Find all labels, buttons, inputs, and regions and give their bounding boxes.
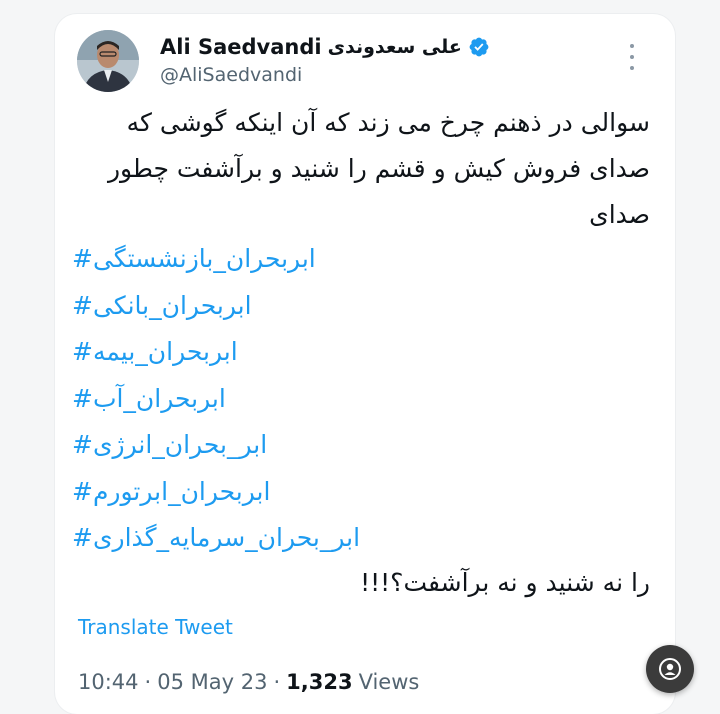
separator: ·: [144, 670, 152, 694]
hashtag-link[interactable]: ابربحران_بازنشستگی#: [72, 236, 432, 283]
tweet-time[interactable]: 10:44: [78, 670, 139, 694]
separator: ·: [273, 670, 281, 694]
verified-badge-icon: [469, 37, 489, 57]
hashtag-link[interactable]: ابربحران_بیمه#: [72, 329, 432, 376]
display-name-en[interactable]: Ali Saedvandi: [160, 35, 322, 59]
avatar-photo: [77, 30, 139, 92]
tweet-date[interactable]: 05 May 23: [157, 670, 267, 694]
tweet-body-tail: را نه شنید و نه برآشفت؟!!!: [360, 568, 650, 597]
views-label: Views: [358, 670, 420, 694]
floating-profile-button[interactable]: [646, 645, 694, 693]
author-handle[interactable]: @AliSaedvandi: [160, 64, 302, 86]
author-name-row[interactable]: Ali Saedvandi علی سعدوندی: [160, 32, 490, 62]
tweet-body: سوالی در ذهنم چرخ می زند که آن اینکه گوش…: [107, 108, 650, 229]
hashtag-link[interactable]: ابر_بحران_سرمایه_گذاری#: [72, 515, 432, 562]
hashtag-link[interactable]: ابربحران_ابرتورم#: [72, 469, 432, 516]
tweet-metadata: 10:44 · 05 May 23 · 1,323 Views: [78, 670, 419, 694]
views-count: 1,323: [286, 670, 353, 694]
hashtag-list: ابربحران_بازنشستگی# ابربحران_بانکی# ابرب…: [72, 236, 432, 562]
hashtag-link[interactable]: ابربحران_آب#: [72, 376, 432, 423]
more-options-icon[interactable]: [624, 44, 640, 70]
display-name-fa[interactable]: علی سعدوندی: [328, 36, 462, 58]
user-icon: [659, 658, 681, 680]
hashtag-link[interactable]: ابر_بحران_انرژی#: [72, 422, 432, 469]
hashtag-link[interactable]: ابربحران_بانکی#: [72, 283, 432, 330]
avatar[interactable]: [77, 30, 139, 92]
translate-tweet-link[interactable]: Translate Tweet: [78, 615, 233, 639]
